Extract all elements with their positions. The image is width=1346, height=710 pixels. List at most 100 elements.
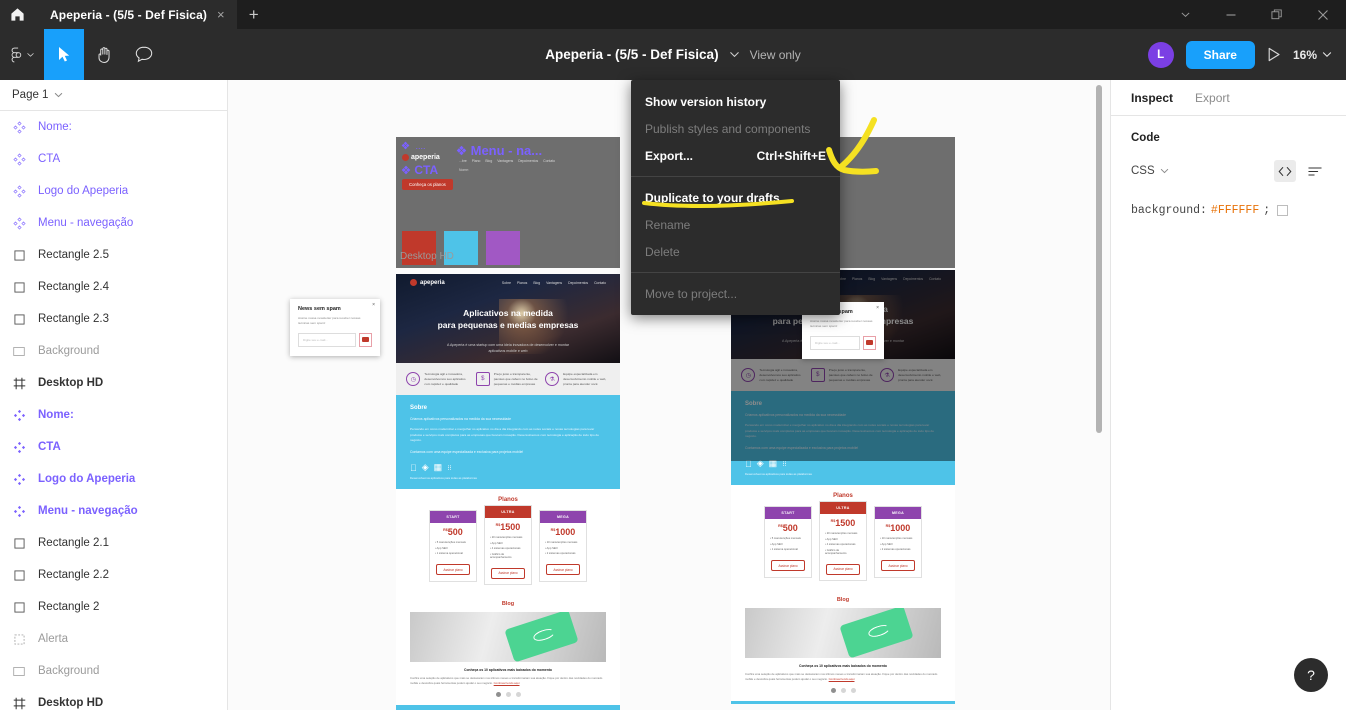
move-tool[interactable] <box>44 29 84 80</box>
pricing-card-ultra[interactable]: ULTRA R$1500 • 20 manutenções mensais • App… <box>819 501 867 582</box>
pricing-card-cta[interactable]: Assinar plano <box>491 567 525 579</box>
layer-item-logo-do-apeperia[interactable]: Logo do Apeperia <box>0 175 227 207</box>
pricing-card-cta[interactable]: Assinar plano <box>881 560 915 572</box>
pricing-feature: • 4 sistemas operacionais <box>825 543 856 547</box>
document-title[interactable]: Apeperia - (5/5 - Def Fisica) <box>545 47 718 62</box>
layer-item-rectangle-2-3[interactable]: Rectangle 2.3 <box>0 303 227 335</box>
new-tab-button[interactable]: + <box>237 0 271 29</box>
layer-item-desktop-hd[interactable]: Desktop HD <box>0 367 227 399</box>
close-icon[interactable]: × <box>372 302 375 308</box>
pricing-card-mega[interactable]: MEGA R$1000 • 10 manutenções mensais • App … <box>874 506 922 578</box>
pricing-card-cta[interactable]: Assinar plano <box>826 563 860 575</box>
tab-export[interactable]: Export <box>1195 91 1230 105</box>
close-icon[interactable]: × <box>876 305 879 311</box>
feature-text: Equipe especializada em desenvolvimento … <box>563 372 607 386</box>
minimize-icon[interactable] <box>1208 0 1254 29</box>
layer-item-background[interactable]: Background <box>0 335 227 367</box>
pricing-card-features: • 20 manutenções mensais • App SEO • 4 sis… <box>820 532 866 555</box>
zoom-control[interactable]: 16% <box>1293 48 1332 62</box>
newsletter-popup-floating[interactable]: × News sem spam Assine nossa newsletter … <box>290 299 380 356</box>
pricing-card-cta[interactable]: Assinar plano <box>771 560 805 572</box>
list-view-icon[interactable] <box>1304 160 1326 182</box>
carousel-dot[interactable] <box>850 687 856 693</box>
blog-read-more-link[interactable]: Continuar lendo aqui <box>494 681 520 685</box>
planos-section: Planos START R$500 • 5 manutenções mensais… <box>396 489 620 596</box>
blog-image <box>745 608 941 659</box>
file-context-menu[interactable]: Show version history Publish styles and c… <box>631 80 840 315</box>
nav-link[interactable]: Vantagens <box>546 281 562 285</box>
share-button[interactable]: Share <box>1185 40 1255 69</box>
layer-item-menu-navega-o[interactable]: Menu - navegação <box>0 495 227 527</box>
figma-menu-button[interactable] <box>0 29 44 80</box>
menu-item-export[interactable]: Export... Ctrl+Shift+E <box>631 142 840 169</box>
language-select[interactable]: CSS <box>1131 165 1169 177</box>
nav-link[interactable]: Sobre <box>502 281 511 285</box>
home-icon[interactable] <box>0 0 34 29</box>
nav-link[interactable]: Planos <box>517 281 527 285</box>
carousel-dot[interactable] <box>495 691 501 697</box>
nav-link[interactable]: Depoimentos <box>568 281 588 285</box>
android-icon: ◈ <box>422 462 429 473</box>
blog-read-more-link[interactable]: Continuar lendo aqui <box>829 677 855 681</box>
page-selector[interactable]: Page 1 <box>0 80 227 111</box>
blog-title: Conheça os 10 aplicativos mais baixados … <box>799 664 887 669</box>
maximize-icon[interactable] <box>1254 0 1300 29</box>
carousel-dot[interactable] <box>505 691 511 697</box>
help-button[interactable]: ? <box>1294 658 1328 692</box>
layer-item-nome[interactable]: Nome: <box>0 111 227 143</box>
layer-item-rectangle-2-1[interactable]: Rectangle 2.1 <box>0 527 227 559</box>
carousel-dot[interactable] <box>840 687 846 693</box>
layer-item-background[interactable]: Background <box>0 655 227 687</box>
color-swatch[interactable] <box>1277 205 1289 216</box>
close-icon[interactable] <box>1300 0 1346 29</box>
menu-item-show-version-history[interactable]: Show version history <box>631 88 840 115</box>
document-menu-chevron-icon[interactable] <box>729 49 740 61</box>
component-icon <box>12 216 26 230</box>
chevron-down-icon[interactable] <box>1162 0 1208 29</box>
css-semicolon: ; <box>1263 204 1271 217</box>
layer-item-logo-do-apeperia[interactable]: Logo do Apeperia <box>0 463 227 495</box>
newsletter-email-input[interactable]: Digite seu e-mail... <box>810 335 860 350</box>
layer-item-menu-navega-o[interactable]: Menu - navegação <box>0 207 227 239</box>
pricing-card-start[interactable]: START R$500 • 5 manutenções mensais • App S… <box>764 506 812 578</box>
code-view-icon[interactable] <box>1274 160 1296 182</box>
pricing-card-mega[interactable]: MEGA R$1000 • 10 manutenções mensais • App … <box>539 510 587 582</box>
menu-item-duplicate-to-your-drafts[interactable]: Duplicate to your drafts <box>631 184 840 211</box>
nav-link[interactable]: Blog <box>533 281 540 285</box>
present-button[interactable] <box>1267 47 1281 62</box>
layer-item-cta[interactable]: CTA <box>0 143 227 175</box>
avatar[interactable]: L <box>1147 41 1174 68</box>
component-icon <box>12 152 26 166</box>
pricing-card-ultra[interactable]: ULTRA R$1500 • 20 manutenções mensais • App… <box>484 505 532 586</box>
layer-item-cta[interactable]: CTA <box>0 431 227 463</box>
tab-close-icon[interactable]: × <box>217 8 225 21</box>
newsletter-submit-button[interactable] <box>863 335 876 350</box>
pricing-card-start[interactable]: START R$500 • 5 manutenções mensais • App S… <box>429 510 477 582</box>
comment-tool[interactable] <box>124 29 164 80</box>
pricing-card-cta[interactable]: Assinar plano <box>436 564 470 576</box>
nav-link[interactable]: Contato <box>594 281 606 285</box>
site-navbar: apeperia Sobre Planos Blog Vantagens Dep… <box>396 274 620 291</box>
layer-item-desktop-hd[interactable]: Desktop HD <box>0 687 227 710</box>
hand-tool[interactable] <box>84 29 124 80</box>
layer-item-alerta[interactable]: Alerta <box>0 623 227 655</box>
layer-item-rectangle-2-2[interactable]: Rectangle 2.2 <box>0 559 227 591</box>
artboard-component-library[interactable]: .... apeperia CTA Conheça os planos Menu… <box>396 137 620 268</box>
layer-item-rectangle-2[interactable]: Rectangle 2 <box>0 591 227 623</box>
tab-inspect[interactable]: Inspect <box>1131 91 1173 105</box>
layer-item-rectangle-2-4[interactable]: Rectangle 2.4 <box>0 271 227 303</box>
css-code-line[interactable]: background: #FFFFFF ; <box>1131 204 1326 217</box>
site-logo[interactable]: apeperia <box>410 279 445 286</box>
layer-item-rectangle-2-5[interactable]: Rectangle 2.5 <box>0 239 227 271</box>
newsletter-submit-button[interactable] <box>359 332 372 347</box>
canvas-vertical-scrollbar[interactable] <box>1096 85 1102 433</box>
carousel-dot[interactable] <box>515 691 521 697</box>
layer-label: Rectangle 2.1 <box>38 537 109 549</box>
artboard-desktop-hd-left[interactable]: apeperia Sobre Planos Blog Vantagens Dep… <box>396 274 620 710</box>
pricing-card-cta[interactable]: Assinar plano <box>546 564 580 576</box>
file-tab[interactable]: Apeperia - (5/5 - Def Fisica) × <box>34 0 237 29</box>
carousel-dot[interactable] <box>830 687 836 693</box>
layer-item-nome[interactable]: Nome: <box>0 399 227 431</box>
hero-paragraph: A Apeperia é uma startup com uma ideia i… <box>446 342 570 353</box>
newsletter-email-input[interactable]: Digite seu e-mail... <box>298 332 356 347</box>
